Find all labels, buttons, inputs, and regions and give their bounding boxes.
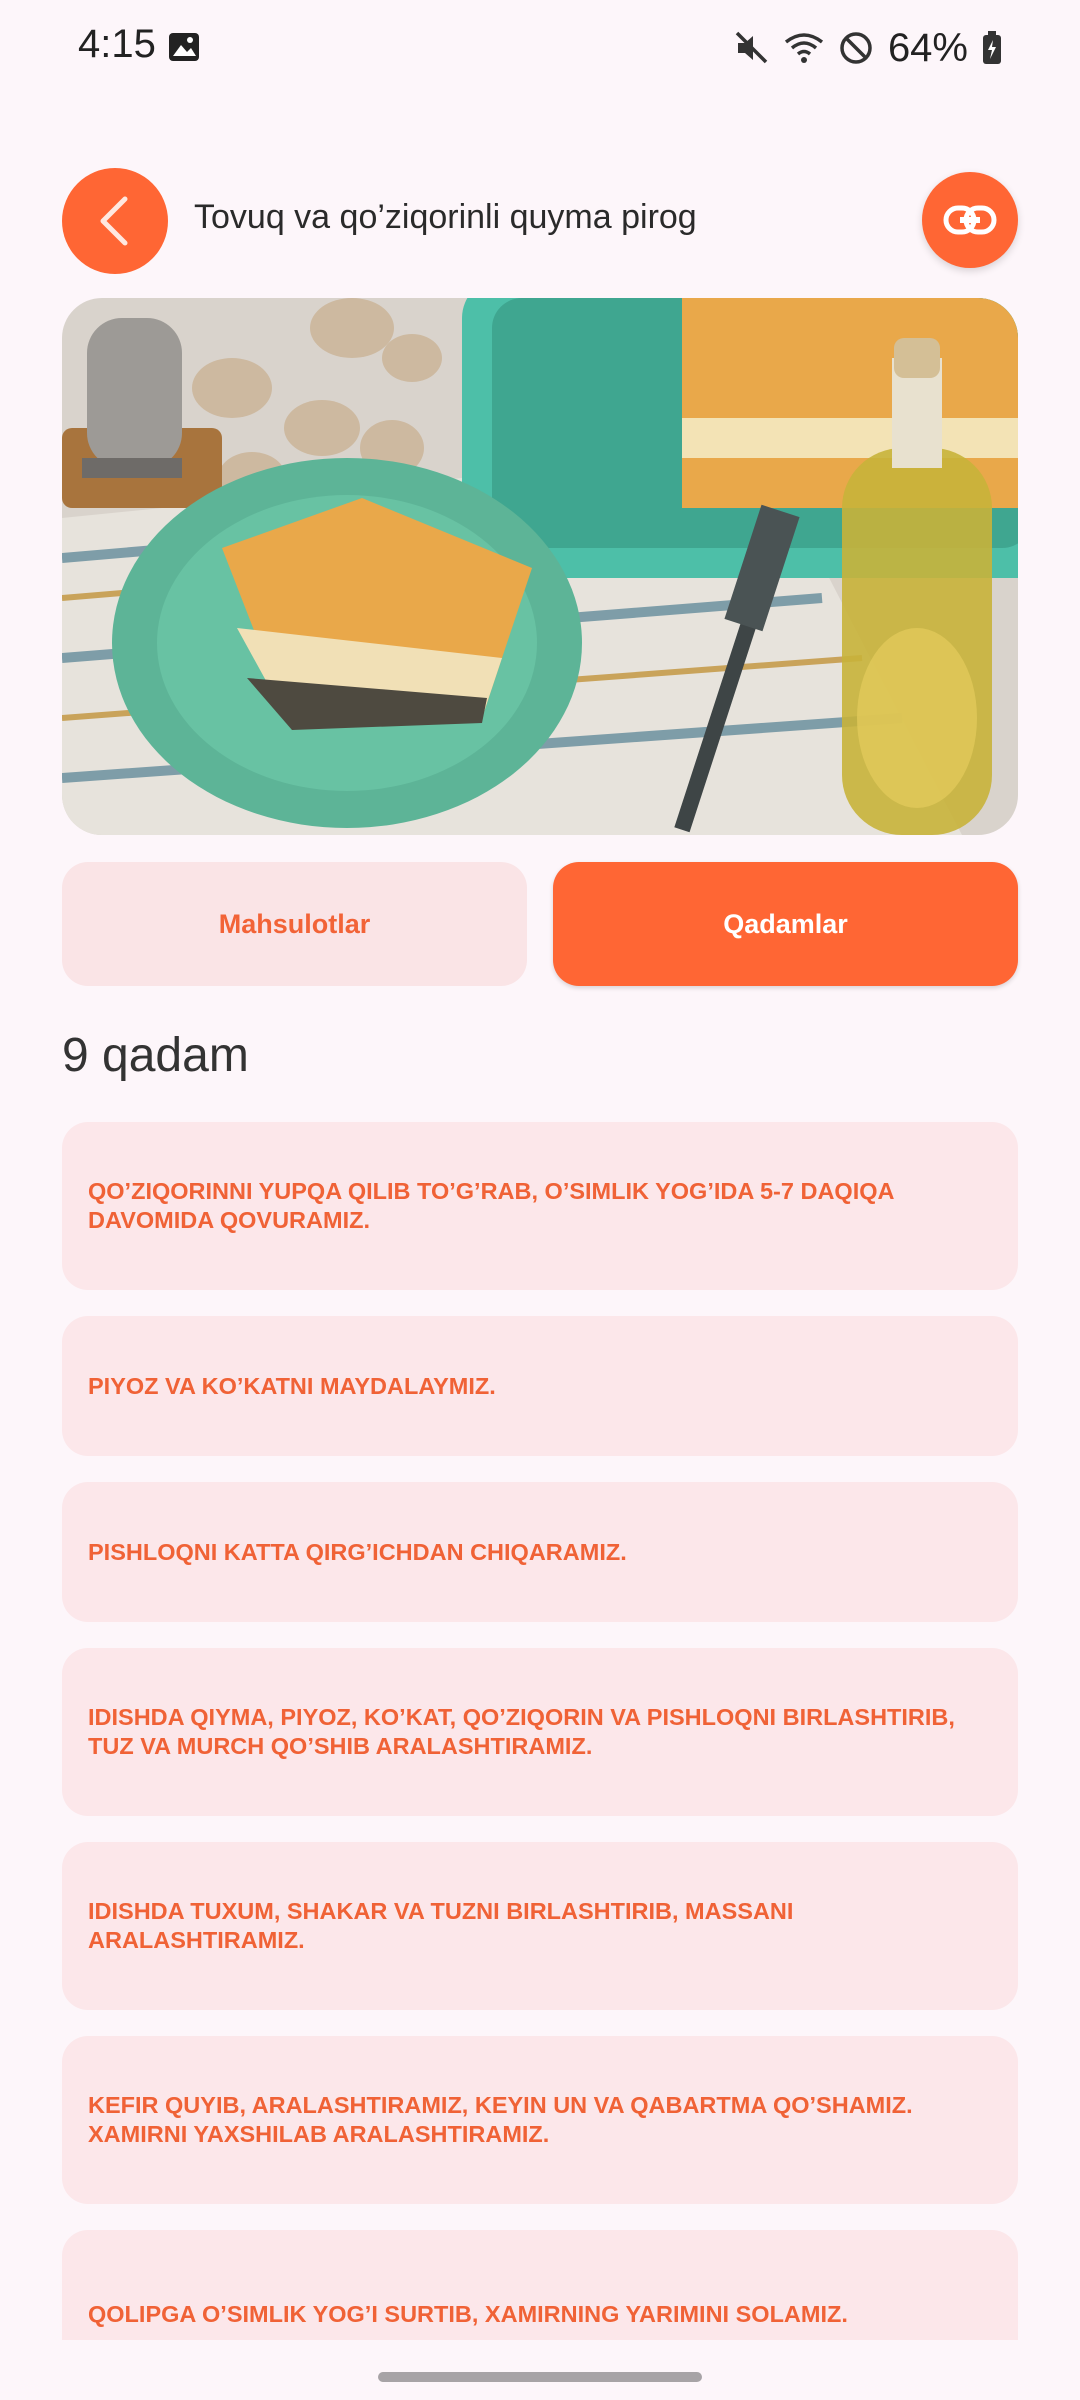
recipe-image	[62, 298, 1018, 835]
steps-list[interactable]: QO’ZIQORINNI YUPQA QILIB TO’G’RAB, O’SIM…	[62, 1122, 1018, 2340]
tab-products[interactable]: Mahsulotlar	[62, 862, 527, 986]
tab-steps[interactable]: Qadamlar	[553, 862, 1018, 986]
step-card: IDISHDA TUXUM, SHAKAR VA TUZNI BIRLASHTI…	[62, 1842, 1018, 2010]
step-text: PISHLOQNI KATTA QIRG’ICHDAN CHIQARAMIZ.	[88, 1538, 627, 1565]
step-text: KEFIR QUYIB, ARALASHTIRAMIZ, KEYIN UN VA…	[88, 2092, 913, 2147]
battery-percentage: 64%	[887, 25, 968, 70]
status-time: 4:15	[78, 22, 156, 66]
do-not-disturb-icon	[840, 32, 872, 64]
steps-count: 9 qadam	[62, 1029, 249, 1082]
status-bar: 4:15 64%	[0, 0, 1080, 100]
step-card: PISHLOQNI KATTA QIRG’ICHDAN CHIQARAMIZ.	[62, 1482, 1018, 1622]
wifi-icon	[784, 33, 824, 63]
step-card: QO’ZIQORINNI YUPQA QILIB TO’G’RAB, O’SIM…	[62, 1122, 1018, 1290]
step-text: PIYOZ VA KO’KATNI MAYDALAYMIZ.	[88, 1372, 496, 1399]
step-card: KEFIR QUYIB, ARALASHTIRAMIZ, KEYIN UN VA…	[62, 2036, 1018, 2204]
page-title: Tovuq va qo’ziqorinli quyma pirog	[194, 198, 697, 236]
share-link-button[interactable]	[922, 172, 1018, 268]
image-icon	[169, 33, 199, 61]
step-card: QOLIPGA O’SIMLIK YOG’I SURTIB, XAMIRNING…	[62, 2230, 1018, 2340]
back-arrow-icon	[100, 196, 128, 246]
back-button[interactable]	[62, 168, 168, 274]
link-icon	[943, 205, 997, 235]
status-icons: 64%	[734, 22, 1002, 74]
mute-icon	[735, 31, 768, 64]
step-card: IDISHDA QIYMA, PIYOZ, KO’KAT, QO’ZIQORIN…	[62, 1648, 1018, 1816]
step-text: QO’ZIQORINNI YUPQA QILIB TO’G’RAB, O’SIM…	[88, 1178, 894, 1233]
step-text: QOLIPGA O’SIMLIK YOG’I SURTIB, XAMIRNING…	[88, 2300, 848, 2327]
battery-icon	[983, 31, 1001, 64]
home-indicator[interactable]	[378, 2372, 702, 2382]
step-text: IDISHDA QIYMA, PIYOZ, KO’KAT, QO’ZIQORIN…	[88, 1704, 955, 1759]
step-card: PIYOZ VA KO’KATNI MAYDALAYMIZ.	[62, 1316, 1018, 1456]
step-text: IDISHDA TUXUM, SHAKAR VA TUZNI BIRLASHTI…	[88, 1898, 794, 1953]
